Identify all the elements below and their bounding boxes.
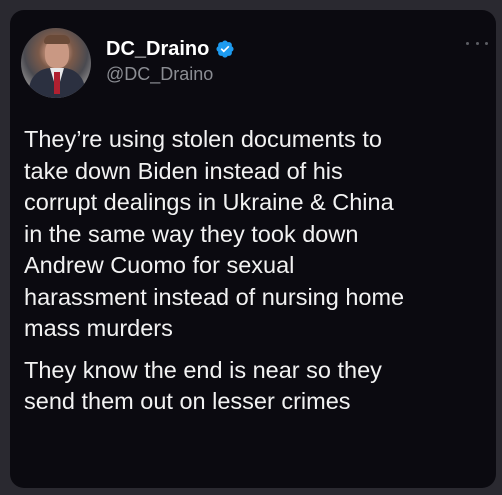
author-name-row[interactable]: DC_Draino xyxy=(106,37,235,61)
more-dot xyxy=(466,41,469,45)
avatar-tie xyxy=(54,72,60,94)
tweet-body: They’re using stolen documents to take d… xyxy=(24,124,490,418)
author-handle[interactable]: @DC_Draino xyxy=(106,64,213,85)
more-dot xyxy=(475,41,479,45)
tweet-paragraph: They’re using stolen documents to take d… xyxy=(24,126,405,341)
avatar[interactable] xyxy=(21,28,91,98)
more-options-icon[interactable] xyxy=(466,38,488,48)
author-display-name[interactable]: DC_Draino xyxy=(106,38,209,61)
more-dot xyxy=(485,41,488,45)
screenshot-frame: DC_Draino @DC_Draino They’re using stole… xyxy=(0,0,502,495)
tweet-card: DC_Draino @DC_Draino They’re using stole… xyxy=(10,10,496,488)
tweet-paragraph: They know the end is near so they send t… xyxy=(24,356,382,415)
verified-badge-icon xyxy=(215,39,235,59)
avatar-hair xyxy=(44,35,70,44)
